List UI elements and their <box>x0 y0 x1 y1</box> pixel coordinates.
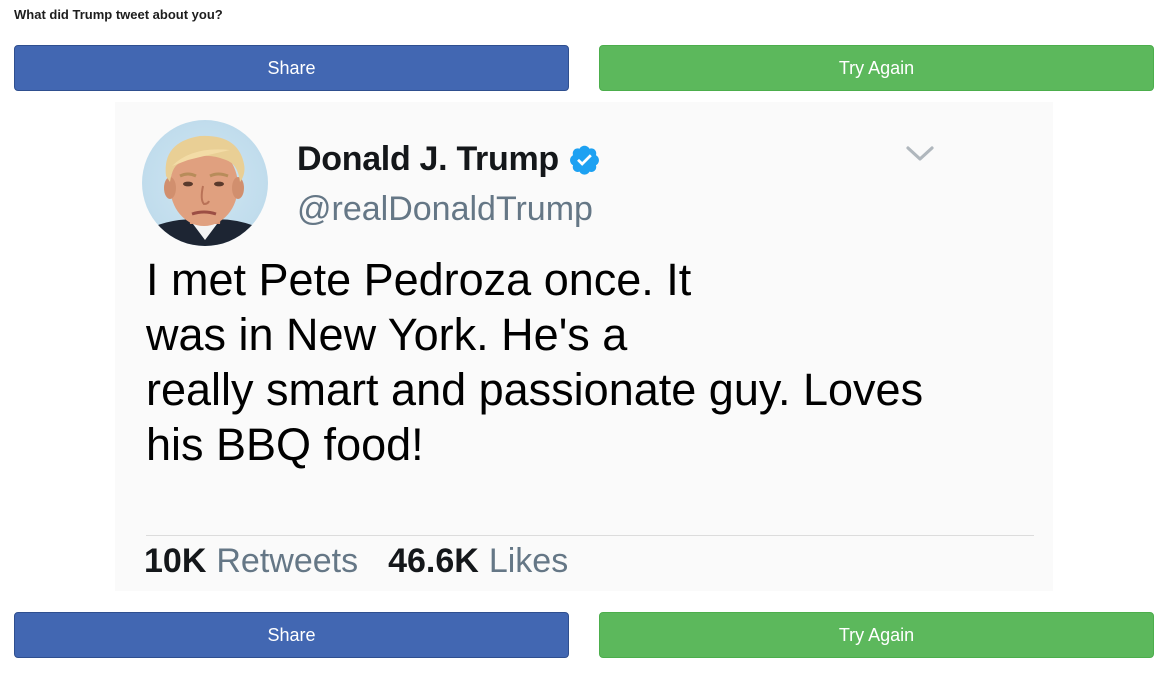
retweets-count[interactable]: 10K <box>144 542 206 581</box>
tweet-text-line: I met Pete Pedroza once. It <box>146 254 692 305</box>
tweet-text-line: really smart and passionate guy. Loves <box>146 364 924 415</box>
user-handle[interactable]: @realDonaldTrump <box>297 190 593 229</box>
display-name[interactable]: Donald J. Trump <box>297 140 559 179</box>
avatar <box>142 120 268 246</box>
try-again-button[interactable]: Try Again <box>599 45 1154 91</box>
tweet-text-line: was in New York. He's a <box>146 309 628 360</box>
try-again-button[interactable]: Try Again <box>599 612 1154 658</box>
likes-label[interactable]: Likes <box>489 542 568 581</box>
share-button[interactable]: Share <box>14 45 569 91</box>
tweet-text: I met Pete Pedroza once. It was in New Y… <box>146 252 986 472</box>
chevron-down-icon[interactable] <box>905 144 935 164</box>
divider <box>146 535 1034 536</box>
verified-badge-icon <box>568 143 601 176</box>
share-button[interactable]: Share <box>14 612 569 658</box>
tweet-text-line: his BBQ food! <box>146 419 424 470</box>
tweet-stats: 10K Retweets 46.6K Likes <box>144 539 568 583</box>
page-heading: What did Trump tweet about you? <box>14 7 223 22</box>
likes-count[interactable]: 46.6K <box>388 542 479 581</box>
tweet-card: Donald J. Trump @realDonaldTrump I met P… <box>115 102 1053 591</box>
retweets-label[interactable]: Retweets <box>216 542 358 581</box>
